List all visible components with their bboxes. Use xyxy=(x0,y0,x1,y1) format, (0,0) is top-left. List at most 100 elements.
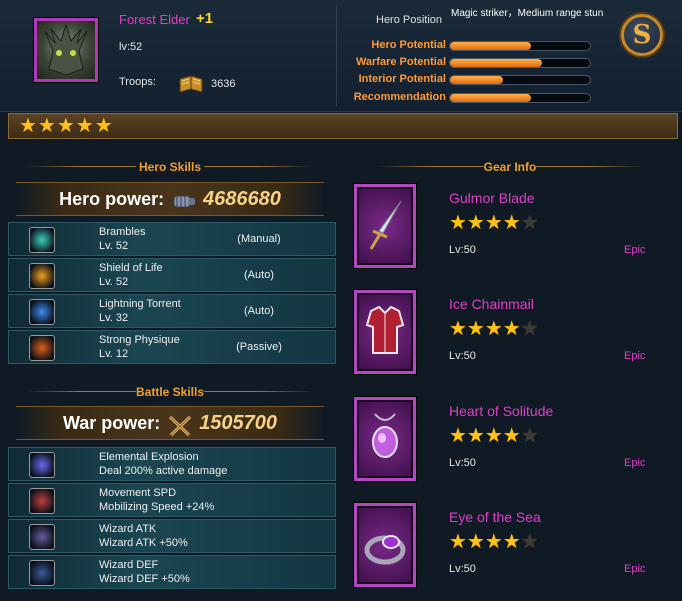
skill-name: Wizard ATK xyxy=(99,523,157,535)
potential-bar-warfare xyxy=(449,58,591,68)
potential-bar-recommendation xyxy=(449,93,591,103)
sword-icon xyxy=(369,200,402,250)
potential-label-interior: Interior Potential xyxy=(358,73,446,85)
skill-mode: (Manual) xyxy=(237,233,281,245)
skill-name: Movement SPD xyxy=(99,487,177,499)
hero-star-bar: ★★★★★ xyxy=(8,113,678,139)
gear-level: Lv:50 xyxy=(449,457,476,469)
skill-name: Lightning Torrent xyxy=(99,298,181,310)
battle-skill-row[interactable]: Wizard ATK Wizard ATK +50% xyxy=(8,519,336,553)
hero-skill-row[interactable]: Strong Physique Lv. 12 (Passive) xyxy=(8,330,336,364)
hero-header: Forest Elder +1 lv:52 Troops: 3636 Hero … xyxy=(0,0,682,112)
gear-stars: ★★★★★ xyxy=(449,212,539,234)
potential-bar-hero xyxy=(449,41,591,51)
skill-desc: Mobilizing Speed +24% xyxy=(99,501,215,513)
gear-frame[interactable] xyxy=(354,184,416,268)
ring-icon xyxy=(364,535,406,565)
gear-item[interactable]: Heart of Solitude ★★★★★ Lv:50 Epic xyxy=(352,397,678,487)
crossed-swords-icon xyxy=(167,415,193,436)
hero-position-value: Magic striker，Medium range stun xyxy=(451,8,604,19)
gear-item[interactable]: Eye of the Sea ★★★★★ Lv:50 Epic xyxy=(352,503,678,593)
war-power-bar: War power: 1505700 xyxy=(16,406,324,440)
hero-position-label: Hero Position xyxy=(376,14,443,26)
skill-name: Elemental Explosion xyxy=(99,451,199,463)
battle-skill-row[interactable]: Wizard DEF Wizard DEF +50% xyxy=(8,555,336,589)
hero-portrait[interactable] xyxy=(34,18,98,82)
gear-name: Gulmor Blade xyxy=(449,190,535,206)
skill-name: Wizard DEF xyxy=(99,559,159,571)
hero-plus-level: +1 xyxy=(196,10,214,27)
battle-skill-row[interactable]: Movement SPD Mobilizing Speed +24% xyxy=(8,483,336,517)
flame-icon xyxy=(29,335,55,361)
war-power-value: 1505700 xyxy=(199,412,278,434)
potential-bar-interior xyxy=(449,75,591,85)
gear-info-title: Gear Info xyxy=(483,160,537,174)
gear-level: Lv:50 xyxy=(449,244,476,256)
speed-icon xyxy=(29,488,55,514)
skills-panel: Hero Skills Hero power: 4686680 Brambles… xyxy=(4,146,336,598)
potential-label-recommendation: Recommendation xyxy=(353,91,446,103)
gear-name: Eye of the Sea xyxy=(449,509,541,525)
skill-mode: (Auto) xyxy=(244,305,274,317)
gear-item[interactable]: Gulmor Blade ★★★★★ Lv:50 Epic xyxy=(352,184,678,274)
potential-label-hero: Hero Potential xyxy=(371,39,446,51)
hero-name: Forest Elder xyxy=(119,12,190,27)
gear-name: Heart of Solitude xyxy=(449,403,554,419)
hero-power-value: 4686680 xyxy=(203,188,281,210)
hero-skill-row[interactable]: Brambles Lv. 52 (Manual) xyxy=(8,222,336,256)
wizard-def-icon xyxy=(29,560,55,586)
skill-mode: (Passive) xyxy=(236,341,282,353)
ornament-right xyxy=(204,166,314,167)
gear-item[interactable]: Ice Chainmail ★★★★★ Lv:50 Epic xyxy=(352,290,678,380)
ornament-right xyxy=(204,391,314,392)
troops-label: Troops: xyxy=(119,76,156,88)
skill-level: Lv. 52 xyxy=(99,240,129,252)
armor-icon xyxy=(365,305,405,354)
troops-value: 3636 xyxy=(211,78,236,90)
gear-frame[interactable] xyxy=(354,503,416,587)
ornament-left xyxy=(26,391,136,392)
explosion-icon xyxy=(29,452,55,478)
potential-label-warfare: Warfare Potential xyxy=(355,56,446,68)
hero-level: lv:52 xyxy=(119,41,143,53)
header-divider xyxy=(336,6,337,106)
skill-desc: Deal 200% active damage xyxy=(99,465,228,477)
gear-level: Lv:50 xyxy=(449,563,476,575)
ornament-left xyxy=(376,166,486,167)
book-icon xyxy=(178,73,204,95)
gear-level: Lv:50 xyxy=(449,350,476,362)
skill-desc: Wizard DEF +50% xyxy=(99,573,190,585)
gear-stars: ★★★★★ xyxy=(449,318,539,340)
gear-frame[interactable] xyxy=(354,397,416,481)
skill-name: Shield of Life xyxy=(99,262,163,274)
gear-rarity: Epic xyxy=(624,457,646,469)
hero-stars: ★★★★★ xyxy=(19,115,114,137)
skill-level: Lv. 32 xyxy=(99,312,129,324)
lightning-icon xyxy=(29,299,55,325)
skill-level: Lv. 12 xyxy=(99,348,129,360)
gear-frame[interactable] xyxy=(354,290,416,374)
ornament-right xyxy=(534,166,644,167)
war-power-label: War power: xyxy=(62,413,161,433)
skill-desc: Wizard ATK +50% xyxy=(99,537,188,549)
gear-info-header: Gear Info xyxy=(342,156,678,178)
gear-panel: Gear Info Gulmor Blade ★★★★★ Lv:50 Epic … xyxy=(342,146,678,598)
brambles-icon xyxy=(29,227,55,253)
hero-skill-row[interactable]: Shield of Life Lv. 52 (Auto) xyxy=(8,258,336,292)
hero-skill-row[interactable]: Lightning Torrent Lv. 32 (Auto) xyxy=(8,294,336,328)
gear-stars: ★★★★★ xyxy=(449,531,539,553)
battle-skill-row[interactable]: Elemental Explosion Deal 200% active dam… xyxy=(8,447,336,481)
skill-level: Lv. 52 xyxy=(99,276,129,288)
skill-mode: (Auto) xyxy=(244,269,274,281)
battle-skills-title: Battle Skills xyxy=(135,385,205,399)
fist-icon xyxy=(171,191,197,211)
skill-name: Brambles xyxy=(99,226,146,238)
gear-stars: ★★★★★ xyxy=(449,425,539,447)
gear-rarity: Epic xyxy=(624,563,646,575)
shield-icon xyxy=(29,263,55,289)
coin-icon[interactable]: S xyxy=(621,14,663,56)
gear-rarity: Epic xyxy=(624,244,646,256)
hero-skills-title: Hero Skills xyxy=(138,160,202,174)
hero-skills-header: Hero Skills xyxy=(4,156,336,178)
gear-rarity: Epic xyxy=(624,350,646,362)
